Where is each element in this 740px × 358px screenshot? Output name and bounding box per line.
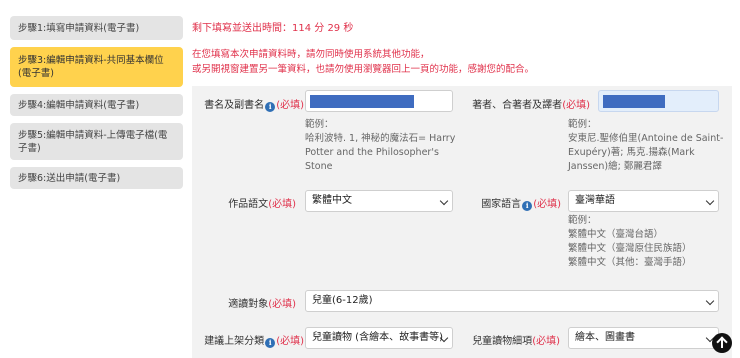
title-example: 範例： 哈利波特. 1, 神秘的魔法石= Harry Potter and th… [305, 119, 456, 172]
warning-line-1: 在您填寫本次申請資料時，請勿同時使用系統其他功能， [192, 49, 430, 60]
step-label: 步驟3:編輯申請資料-共同基本欄位(電子書) [18, 55, 164, 79]
step-label: 步驟6:送出申請(電子書) [18, 172, 121, 184]
redacted-value [603, 95, 665, 108]
step-label: 步驟1:填寫申請資料(電子書) [18, 22, 140, 34]
step-3-common-fields[interactable]: 步驟3:編輯申請資料-共同基本欄位(電子書) [10, 47, 183, 87]
step-sidebar: 步驟1:填寫申請資料(電子書) 步驟3:編輯申請資料-共同基本欄位(電子書) 步… [10, 16, 183, 196]
kids-subcategory-select[interactable]: 繪本、圖畫書 [568, 327, 719, 349]
audience-select[interactable]: 兒童(6-12歲) [305, 290, 719, 312]
info-icon[interactable]: i [265, 102, 276, 112]
chevron-down-icon [439, 196, 449, 206]
scroll-to-top-button[interactable] [712, 333, 732, 353]
kids-subcategory-label: 兒童讀物細項(必填) [472, 336, 560, 347]
step-label: 步驟5:編輯申請資料-上傳電子檔(電子書) [18, 129, 168, 154]
author-example: 範例： 安東尼.聖修伯里(Antoine de Saint- Exupéry)著… [568, 119, 724, 172]
info-icon[interactable]: i [265, 338, 276, 348]
title-label: 書名及副書名 i (必填) [204, 100, 304, 112]
step-6-submit[interactable]: 步驟6:送出申請(電子書) [10, 167, 183, 189]
author-input[interactable] [598, 90, 719, 112]
warning-line-2: 或另開視窗建置另一筆資料，也請勿使用瀏覽器回上一頁的功能，感謝您的配合。 [192, 64, 535, 75]
step-1-fill-data[interactable]: 步驟1:填寫申請資料(電子書) [10, 16, 183, 40]
author-label: 著者、合著者及譯者(必填) [472, 100, 590, 111]
national-language-label: 國家語言 i (必填) [481, 199, 561, 211]
step-5-upload-file[interactable]: 步驟5:編輯申請資料-上傳電子檔(電子書) [10, 123, 183, 160]
title-input[interactable] [305, 90, 453, 112]
work-language-select[interactable]: 繁體中文 [305, 190, 453, 212]
warning-notice: 在您填寫本次申請資料時，請勿同時使用系統其他功能， 或另開視窗建置另一筆資料，也… [192, 47, 534, 77]
redacted-value [310, 95, 414, 108]
shelf-category-select[interactable]: 兒童讀物 (含繪本、故事書等) [305, 327, 453, 349]
national-language-select[interactable]: 臺灣華語 [568, 190, 719, 212]
shelf-category-label: 建議上架分類 i (必填) [204, 336, 304, 348]
form-panel: 書名及副書名 i (必填) 範例： 哈利波特. 1, 神秘的魔法石= Harry P… [192, 86, 732, 358]
step-4-edit-data[interactable]: 步驟4:編輯申請資料(電子書) [10, 94, 183, 116]
main-content: 剩下填寫並送出時間：114 分 29 秒 在您填寫本次申請資料時，請勿同時使用系… [192, 0, 740, 358]
audience-label: 適讀對象(必填) [228, 299, 296, 310]
info-icon[interactable]: i [522, 201, 533, 211]
national-language-example: 範例： 繁體中文（臺灣台語） 繁體中文（臺灣原住民族語） 繁體中文（其他：臺灣手… [568, 215, 692, 268]
step-label: 步驟4:編輯申請資料(電子書) [18, 99, 140, 111]
chevron-down-icon [705, 196, 715, 206]
remaining-time-text: 剩下填寫並送出時間：114 分 29 秒 [192, 23, 354, 34]
chevron-down-icon [705, 296, 715, 306]
work-language-label: 作品語文(必填) [228, 199, 296, 210]
